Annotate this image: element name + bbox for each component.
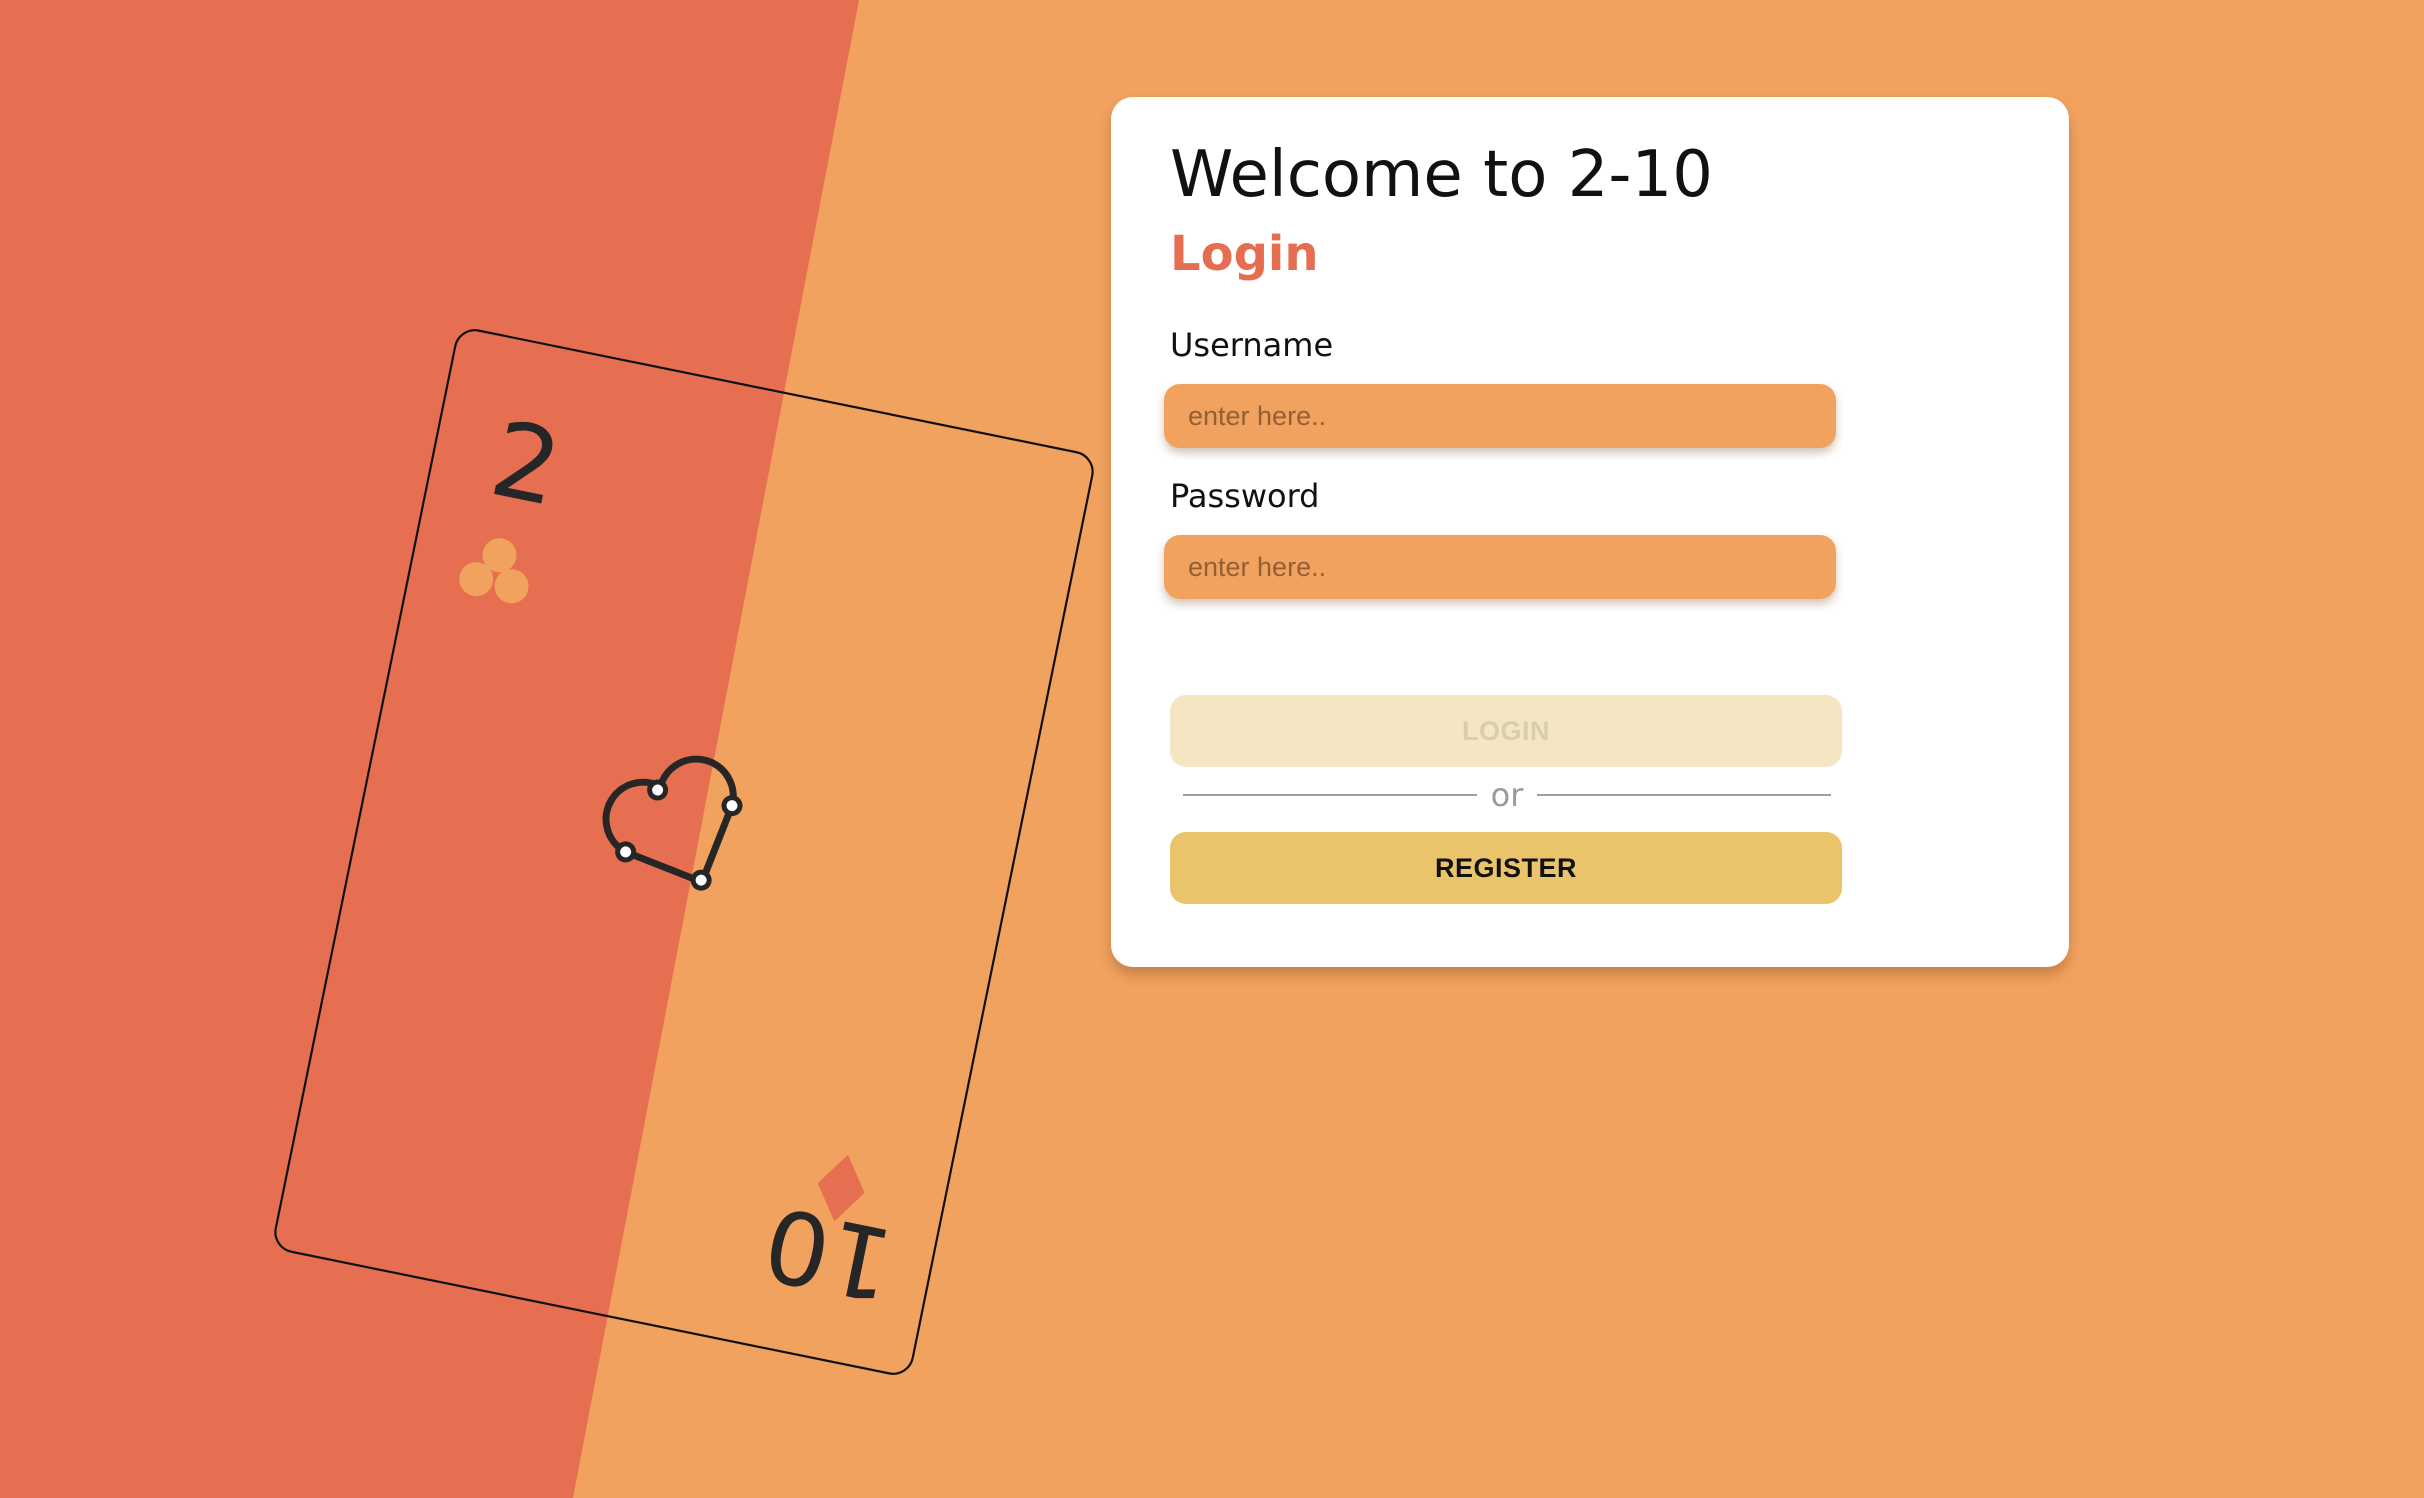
divider-text: or: [1490, 776, 1524, 814]
username-label: Username: [1170, 326, 1334, 364]
login-heading: Login: [1170, 226, 1319, 282]
username-input[interactable]: [1164, 384, 1836, 448]
login-panel: Welcome to 2-10 Login Username Password …: [1111, 97, 2069, 967]
password-label: Password: [1170, 477, 1320, 515]
welcome-title: Welcome to 2-10: [1170, 138, 1713, 212]
divider-line-right: [1537, 794, 1832, 796]
register-button[interactable]: REGISTER: [1170, 832, 1842, 904]
divider-line-left: [1183, 794, 1477, 796]
login-button[interactable]: LOGIN: [1170, 695, 1842, 767]
or-divider: or: [1183, 775, 1832, 815]
password-input[interactable]: [1164, 535, 1836, 599]
